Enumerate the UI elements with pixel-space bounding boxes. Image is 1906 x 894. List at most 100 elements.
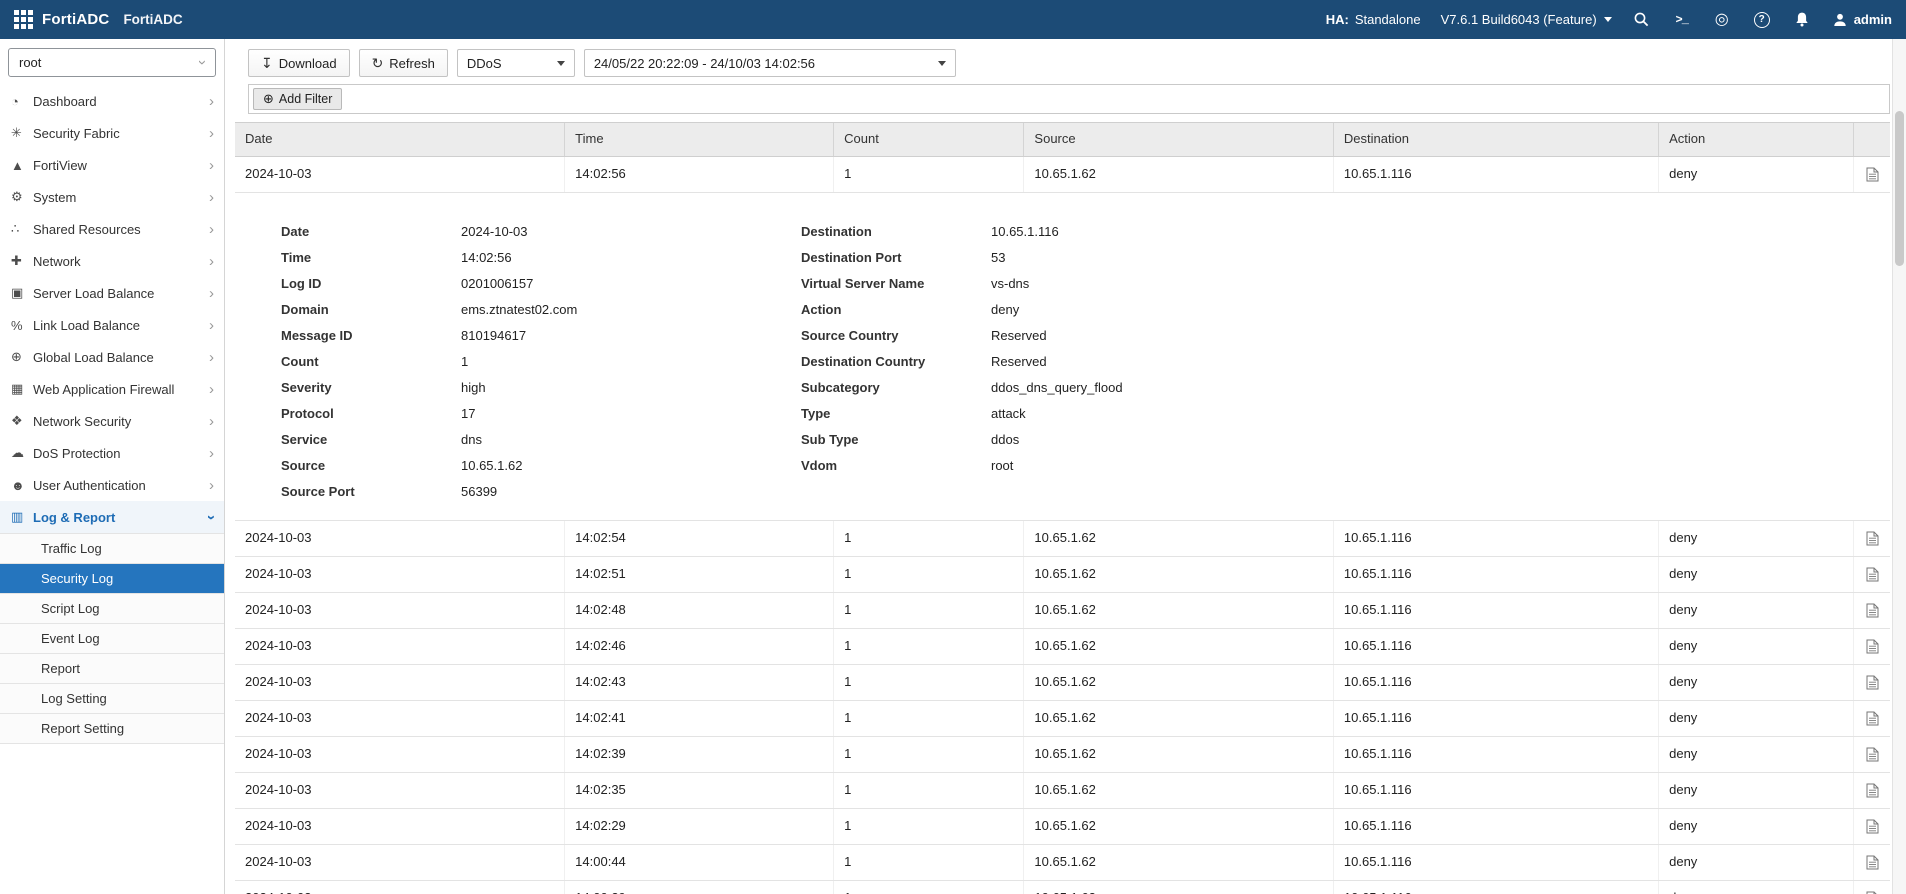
log-detail-document-icon[interactable] [1854, 593, 1890, 628]
log-detail-document-icon[interactable] [1854, 845, 1890, 880]
add-filter-button[interactable]: ⊕ Add Filter [253, 88, 343, 110]
table-row[interactable]: 2024-10-03 14:02:51 1 10.65.1.62 10.65.1… [235, 557, 1890, 593]
cell-destination: 10.65.1.116 [1334, 557, 1660, 592]
notification-bell-icon[interactable] [1792, 10, 1812, 30]
sidebar-item-traffic-log[interactable]: Traffic Log [0, 534, 224, 564]
download-button[interactable]: ↧ Download [248, 49, 350, 77]
log-detail-document-icon[interactable] [1854, 629, 1890, 664]
vdom-select[interactable]: root › [8, 48, 216, 77]
cli-console-icon[interactable]: >_ [1672, 10, 1692, 30]
table-row[interactable]: 2024-10-03 14:02:48 1 10.65.1.62 10.65.1… [235, 593, 1890, 629]
sidebar-item-global-load-balance[interactable]: ⊕ Global Load Balance › [0, 341, 224, 373]
log-detail-document-icon[interactable] [1854, 665, 1890, 700]
search-icon[interactable] [1632, 10, 1652, 30]
sidebar-item-network-security[interactable]: ❖ Network Security › [0, 405, 224, 437]
sidebar-item-log-report[interactable]: ▥ Log & Report › [0, 501, 224, 533]
refresh-icon: ↻ [371, 55, 384, 71]
detail-field-destination-port: Destination Port 53 [801, 244, 1123, 270]
sidebar-item-user-authentication[interactable]: ☻ User Authentication › [0, 469, 224, 501]
security-fabric-icon: ✳ [11, 125, 22, 140]
cell-source: 10.65.1.62 [1024, 737, 1334, 772]
sidebar-item-shared-resources[interactable]: ∴ Shared Resources › [0, 213, 224, 245]
table-row[interactable]: 2024-10-03 14:00:29 1 10.65.1.62 10.65.1… [235, 881, 1890, 894]
record-icon[interactable]: ◎ [1712, 10, 1732, 30]
sidebar-item-fortiview[interactable]: ▲ FortiView › [0, 149, 224, 181]
sidebar-item-event-log[interactable]: Event Log [0, 624, 224, 654]
sidebar-item-label: Shared Resources [33, 221, 141, 237]
sidebar-item-link-load-balance[interactable]: % Link Load Balance › [0, 309, 224, 341]
table-row[interactable]: 2024-10-03 14:02:41 1 10.65.1.62 10.65.1… [235, 701, 1890, 737]
sidebar-item-report[interactable]: Report [0, 654, 224, 684]
sidebar-item-log-setting[interactable]: Log Setting [0, 684, 224, 714]
scrollbar-thumb[interactable] [1895, 111, 1904, 266]
table-row[interactable]: 2024-10-03 14:02:35 1 10.65.1.62 10.65.1… [235, 773, 1890, 809]
cell-count: 1 [834, 593, 1025, 628]
detail-field-domain: Domain ems.ztnatest02.com [281, 296, 801, 322]
admin-user-menu[interactable]: admin [1832, 12, 1892, 28]
log-type-select[interactable]: DDoS [456, 49, 575, 77]
column-header-destination[interactable]: Destination [1334, 123, 1660, 156]
log-detail-document-icon[interactable] [1854, 557, 1890, 592]
column-header-count[interactable]: Count [834, 123, 1025, 156]
sidebar-item-security-log[interactable]: Security Log [0, 564, 224, 594]
sidebar-item-dos-protection[interactable]: ☁ DoS Protection › [0, 437, 224, 469]
detail-field-value: 2024-10-03 [461, 223, 528, 239]
date-range-select[interactable]: 24/05/22 20:22:09 - 24/10/03 14:02:56 [583, 49, 956, 77]
log-detail-document-icon[interactable] [1854, 773, 1890, 808]
log-detail-document-icon[interactable] [1854, 521, 1890, 556]
cell-date: 2024-10-03 [235, 809, 566, 844]
sidebar-item-system[interactable]: ⚙ System › [0, 181, 224, 213]
sidebar-item-label: FortiView [33, 157, 87, 173]
log-detail-document-icon[interactable] [1854, 157, 1890, 192]
log-detail-document-icon[interactable] [1854, 809, 1890, 844]
cell-time: 14:02:35 [565, 773, 835, 808]
log-detail-document-icon[interactable] [1854, 737, 1890, 772]
web-application-firewall-icon: ▦ [11, 381, 24, 396]
cell-count: 1 [834, 629, 1025, 664]
help-icon[interactable]: ? [1752, 10, 1772, 30]
sidebar-item-label: Security Fabric [33, 125, 120, 141]
sidebar-item-web-application-firewall[interactable]: ▦ Web Application Firewall › [0, 373, 224, 405]
sidebar-item-report-setting[interactable]: Report Setting [0, 714, 224, 744]
sidebar-item-security-fabric[interactable]: ✳ Security Fabric › [0, 117, 224, 149]
table-row[interactable]: 2024-10-03 14:02:56 1 10.65.1.62 10.65.1… [235, 157, 1890, 193]
cell-date: 2024-10-03 [235, 737, 566, 772]
table-row[interactable]: 2024-10-03 14:02:43 1 10.65.1.62 10.65.1… [235, 665, 1890, 701]
sidebar-item-dashboard[interactable]: ◔ Dashboard › [0, 85, 224, 117]
cell-source: 10.65.1.62 [1024, 593, 1334, 628]
log-detail-document-icon[interactable] [1854, 701, 1890, 736]
cell-time: 14:02:29 [565, 809, 835, 844]
detail-field-label: Source Country [801, 327, 899, 343]
global-load-balance-icon: ⊕ [11, 349, 22, 364]
cell-time: 14:02:39 [565, 737, 835, 772]
cell-action: deny [1659, 665, 1855, 700]
column-header-detail-icon[interactable] [1854, 123, 1890, 156]
table-row[interactable]: 2024-10-03 14:02:54 1 10.65.1.62 10.65.1… [235, 521, 1890, 557]
table-row[interactable]: 2024-10-03 14:02:46 1 10.65.1.62 10.65.1… [235, 629, 1890, 665]
log-detail-document-icon[interactable] [1854, 881, 1890, 894]
table-row[interactable]: 2024-10-03 14:00:44 1 10.65.1.62 10.65.1… [235, 845, 1890, 881]
cell-count: 1 [834, 701, 1025, 736]
detail-field-label: Count [281, 353, 319, 369]
log-detail-panel: Date 2024-10-03 Time 14:02:56 Log ID 020… [235, 193, 1890, 521]
column-header-action[interactable]: Action [1659, 123, 1855, 156]
detail-field-label: Domain [281, 301, 329, 317]
firmware-version-menu[interactable]: V7.6.1 Build6043 (Feature) [1441, 12, 1612, 27]
sidebar-item-network[interactable]: ✚ Network › [0, 245, 224, 277]
column-header-time[interactable]: Time [565, 123, 835, 156]
apps-grid-icon[interactable] [14, 10, 33, 29]
column-header-date[interactable]: Date [235, 123, 566, 156]
detail-field-value: root [991, 457, 1014, 473]
cell-time: 14:02:43 [565, 665, 835, 700]
sidebar-item-label: Log & Report [33, 509, 116, 525]
cell-destination: 10.65.1.116 [1334, 809, 1660, 844]
cell-date: 2024-10-03 [235, 701, 566, 736]
column-header-source[interactable]: Source [1024, 123, 1334, 156]
detail-field-label: Time [281, 249, 312, 265]
table-row[interactable]: 2024-10-03 14:02:29 1 10.65.1.62 10.65.1… [235, 809, 1890, 845]
cell-count: 1 [834, 845, 1025, 880]
sidebar-item-server-load-balance[interactable]: ▣ Server Load Balance › [0, 277, 224, 309]
table-row[interactable]: 2024-10-03 14:02:39 1 10.65.1.62 10.65.1… [235, 737, 1890, 773]
sidebar-item-script-log[interactable]: Script Log [0, 594, 224, 624]
refresh-button[interactable]: ↻ Refresh [358, 49, 448, 77]
